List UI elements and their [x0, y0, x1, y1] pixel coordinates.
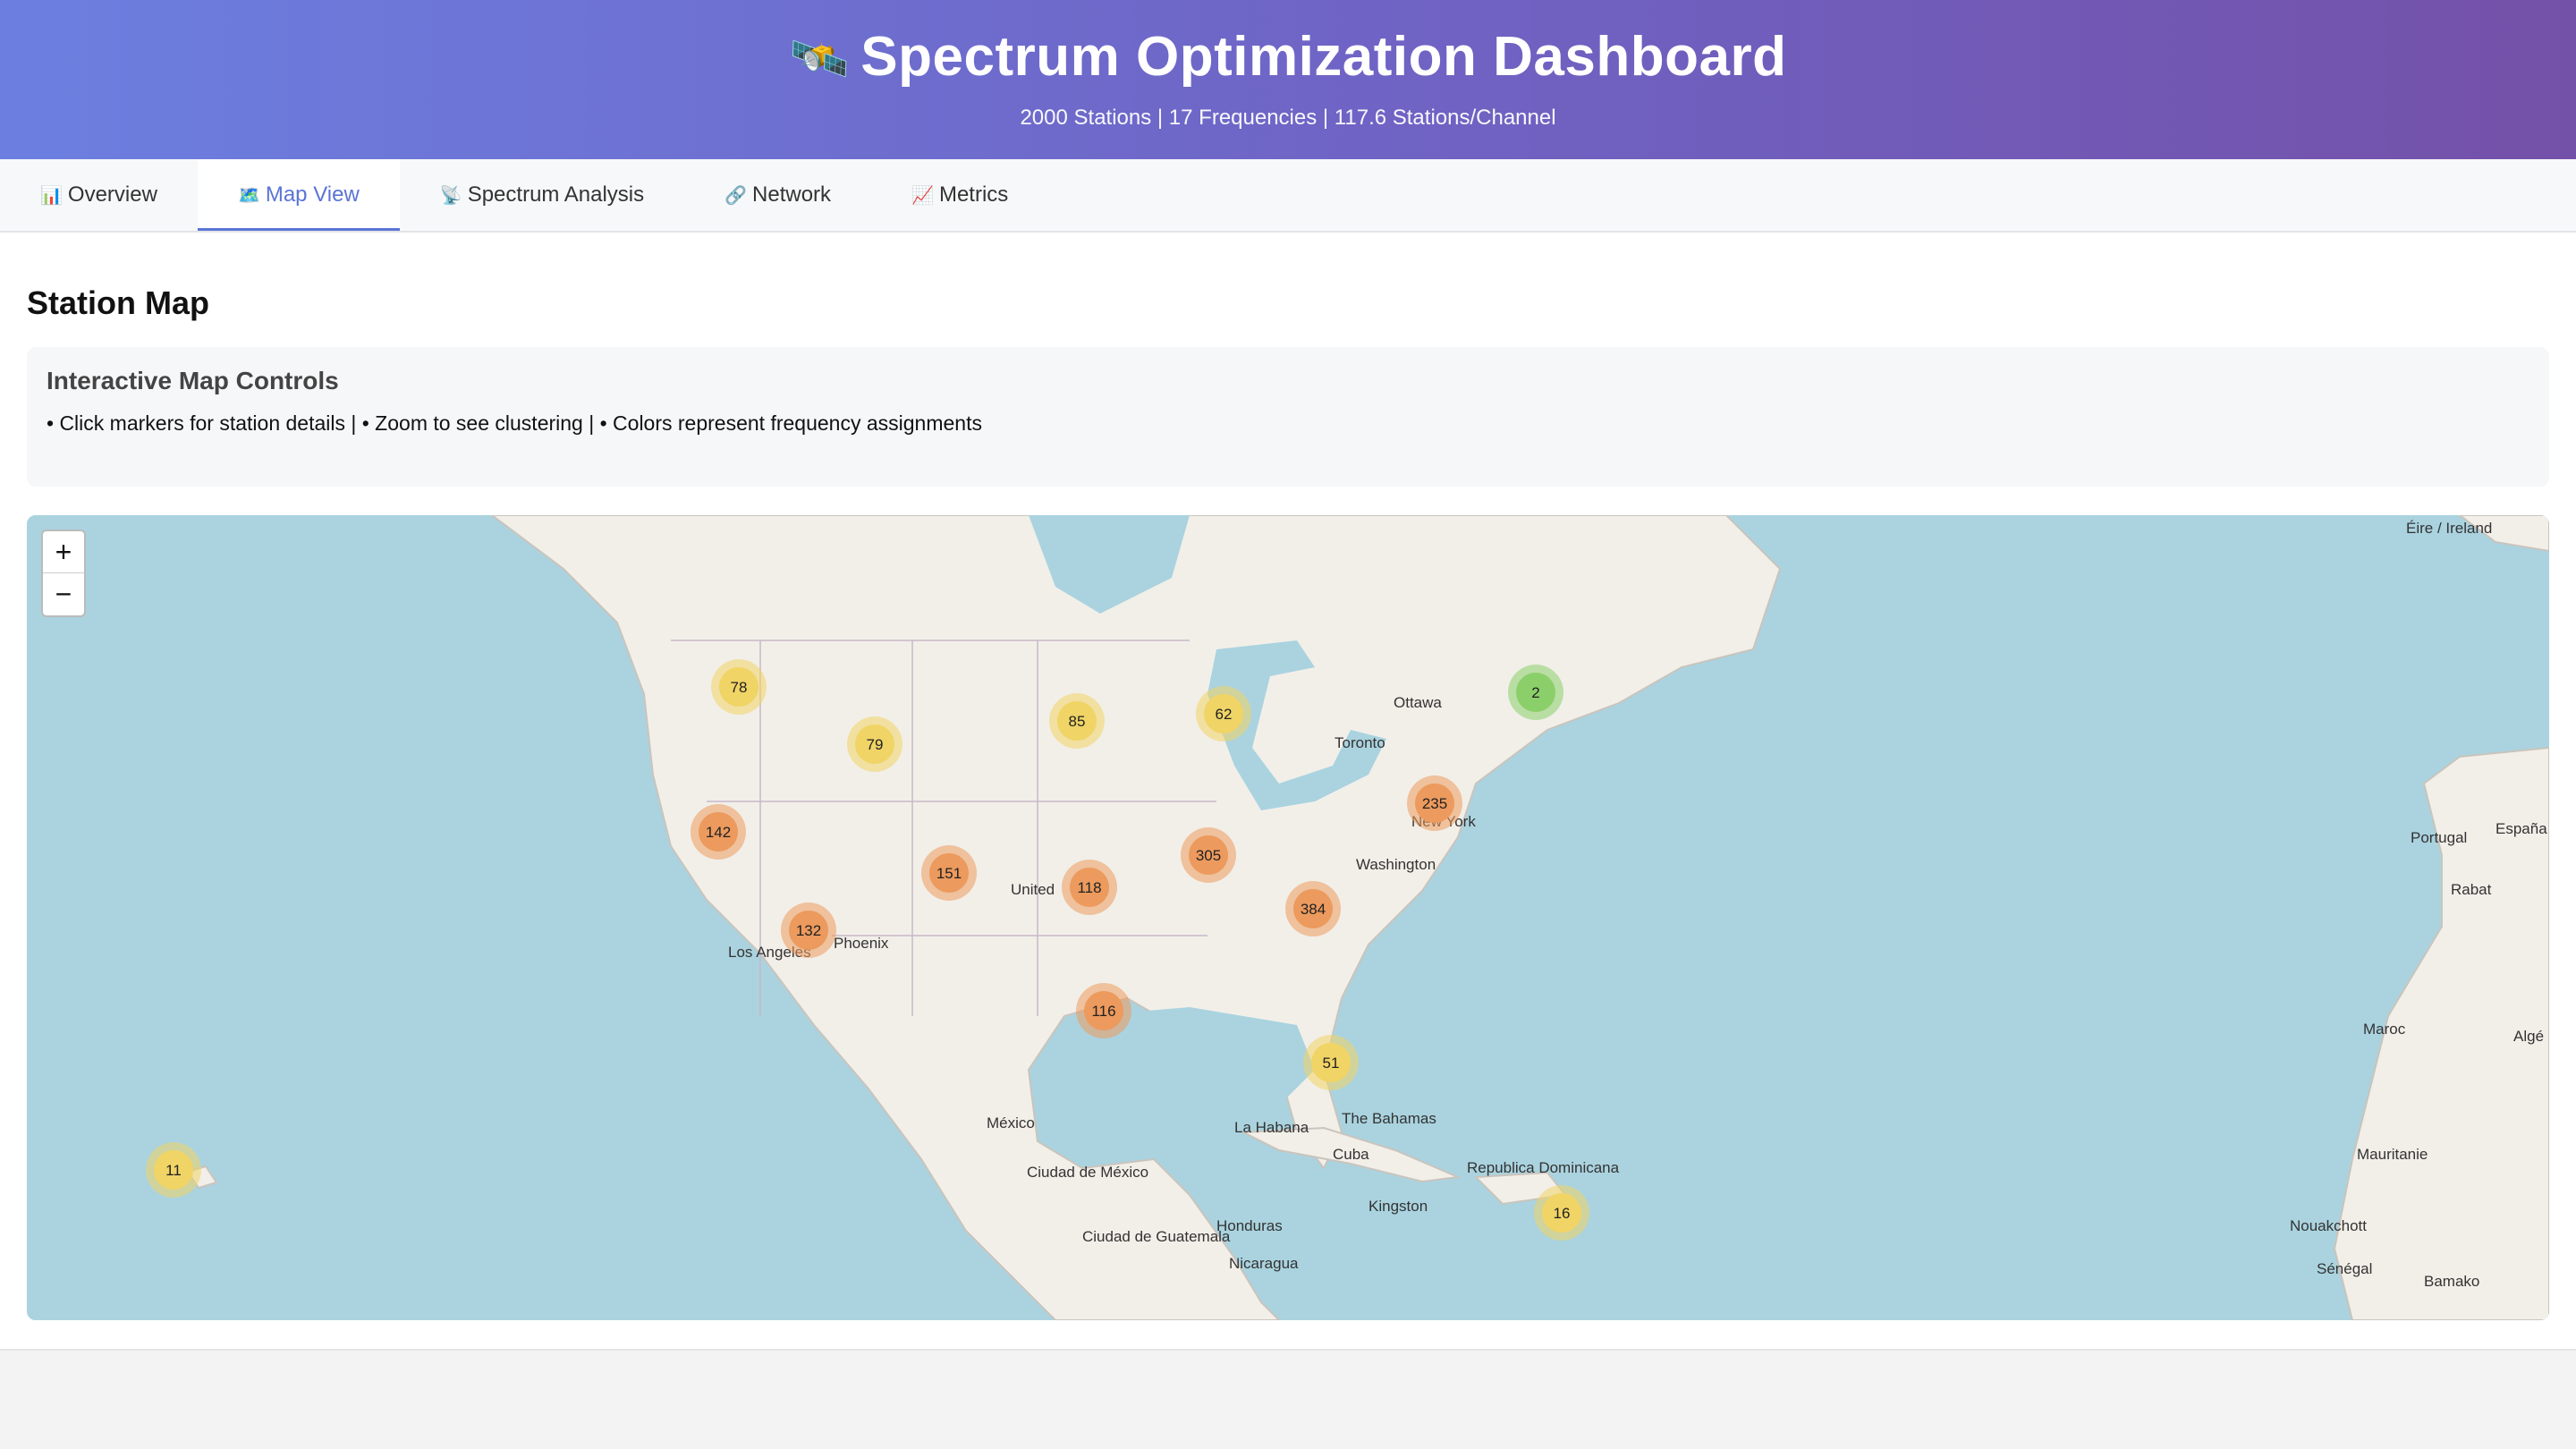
- svg-text:2: 2: [1531, 684, 1539, 701]
- svg-text:116: 116: [1091, 1003, 1115, 1020]
- dashboard-title: 🛰️ Spectrum Optimization Dashboard: [789, 26, 1787, 88]
- label-washington: Washington: [1356, 856, 1436, 873]
- label-mexico: México: [987, 1114, 1035, 1131]
- station-cluster[interactable]: 151: [921, 845, 977, 901]
- label-ottawa: Ottawa: [1394, 694, 1442, 711]
- tab-spectrum-analysis[interactable]: 📡 Spectrum Analysis: [400, 159, 684, 231]
- map-view-panel: Station Map Interactive Map Controls • C…: [0, 233, 2576, 1351]
- svg-text:11: 11: [165, 1162, 182, 1179]
- label-portugal: Portugal: [2411, 829, 2467, 846]
- svg-text:142: 142: [706, 824, 731, 841]
- label-ciudad-de-mexico: Ciudad de México: [1027, 1164, 1148, 1181]
- station-cluster[interactable]: 235: [1407, 775, 1462, 831]
- label-senegal: Sénégal: [2317, 1260, 2372, 1277]
- station-cluster[interactable]: 62: [1196, 686, 1251, 741]
- station-cluster[interactable]: 384: [1285, 881, 1341, 936]
- svg-text:384: 384: [1301, 901, 1326, 918]
- tab-bar: 📊 Overview 🗺️ Map View 📡 Spectrum Analysis …: [0, 159, 2576, 233]
- svg-text:118: 118: [1077, 879, 1101, 896]
- label-toronto: Toronto: [1335, 734, 1385, 751]
- label-espana: España: [2496, 820, 2547, 837]
- svg-text:62: 62: [1216, 706, 1233, 723]
- station-cluster[interactable]: 11: [146, 1142, 201, 1198]
- svg-text:51: 51: [1323, 1055, 1340, 1072]
- label-maroc: Maroc: [2363, 1021, 2406, 1038]
- dashboard-header: 🛰️ Spectrum Optimization Dashboard 2000 S…: [0, 0, 2576, 159]
- station-cluster[interactable]: 142: [691, 804, 746, 860]
- label-alge: Algé: [2513, 1028, 2544, 1045]
- station-cluster[interactable]: 79: [847, 716, 902, 772]
- bar-chart-icon: 📊: [40, 186, 63, 206]
- station-cluster[interactable]: 85: [1049, 693, 1105, 749]
- tab-network[interactable]: 🔗 Network: [684, 159, 871, 231]
- station-map[interactable]: + − Éire / Ireland Ottawa Toronto York W…: [27, 515, 2549, 1320]
- zoom-out-button[interactable]: −: [43, 573, 84, 614]
- label-ciudad-de-guatemala: Ciudad de Guatemala: [1082, 1228, 1231, 1245]
- satellite-dish-icon: 📡: [439, 186, 462, 206]
- label-mauritanie: Mauritanie: [2357, 1146, 2428, 1163]
- trend-chart-icon: 📈: [911, 186, 934, 206]
- controls-title: Interactive Map Controls: [47, 367, 339, 394]
- svg-text:85: 85: [1069, 713, 1086, 730]
- svg-text:132: 132: [796, 922, 821, 939]
- station-cluster[interactable]: 118: [1062, 860, 1117, 915]
- station-cluster[interactable]: 305: [1181, 827, 1236, 883]
- tab-overview[interactable]: 📊 Overview: [0, 159, 198, 231]
- page-title: Station Map: [27, 284, 209, 321]
- label-la-habana: La Habana: [1234, 1119, 1309, 1136]
- label-phoenix: Phoenix: [834, 935, 889, 952]
- label-rabat: Rabat: [2451, 881, 2492, 898]
- label-bamako: Bamako: [2424, 1273, 2479, 1290]
- svg-text:78: 78: [731, 679, 748, 696]
- station-cluster[interactable]: 116: [1076, 983, 1131, 1038]
- station-cluster[interactable]: 16: [1534, 1185, 1589, 1241]
- tab-metrics[interactable]: 📈 Metrics: [871, 159, 1048, 231]
- zoom-in-button[interactable]: +: [43, 531, 84, 573]
- label-kingston: Kingston: [1368, 1198, 1428, 1215]
- map-canvas[interactable]: Éire / Ireland Ottawa Toronto New York W…: [27, 515, 2549, 1320]
- station-cluster[interactable]: 78: [711, 659, 767, 715]
- label-united: United: [1011, 881, 1055, 898]
- zoom-control: + −: [41, 530, 86, 617]
- dashboard-subtitle: 2000 Stations | 17 Frequencies | 117.6 S…: [1020, 106, 1556, 130]
- svg-text:79: 79: [867, 736, 884, 753]
- label-cuba: Cuba: [1333, 1146, 1369, 1163]
- map-controls-info: Interactive Map Controls • Click markers…: [27, 347, 2549, 487]
- svg-text:235: 235: [1422, 795, 1447, 812]
- svg-text:16: 16: [1554, 1205, 1571, 1222]
- controls-text: • Click markers for station details | • …: [47, 411, 982, 435]
- label-republica-dominicana: Republica Dominicana: [1467, 1159, 1620, 1176]
- map-icon: 🗺️: [237, 186, 260, 206]
- svg-text:151: 151: [936, 865, 962, 882]
- link-icon: 🔗: [724, 186, 748, 206]
- svg-text:305: 305: [1196, 847, 1221, 864]
- station-cluster[interactable]: 51: [1303, 1035, 1359, 1090]
- label-nicaragua: Nicaragua: [1229, 1255, 1299, 1272]
- tab-map-view[interactable]: 🗺️ Map View: [197, 159, 400, 231]
- satellite-icon: 🛰️: [789, 32, 851, 86]
- label-nouakchott: Nouakchott: [2290, 1217, 2367, 1234]
- label-bahamas: The Bahamas: [1342, 1110, 1436, 1127]
- station-cluster[interactable]: 132: [781, 902, 836, 958]
- label-ireland: Éire / Ireland: [2406, 520, 2492, 537]
- station-cluster[interactable]: 2: [1508, 665, 1563, 720]
